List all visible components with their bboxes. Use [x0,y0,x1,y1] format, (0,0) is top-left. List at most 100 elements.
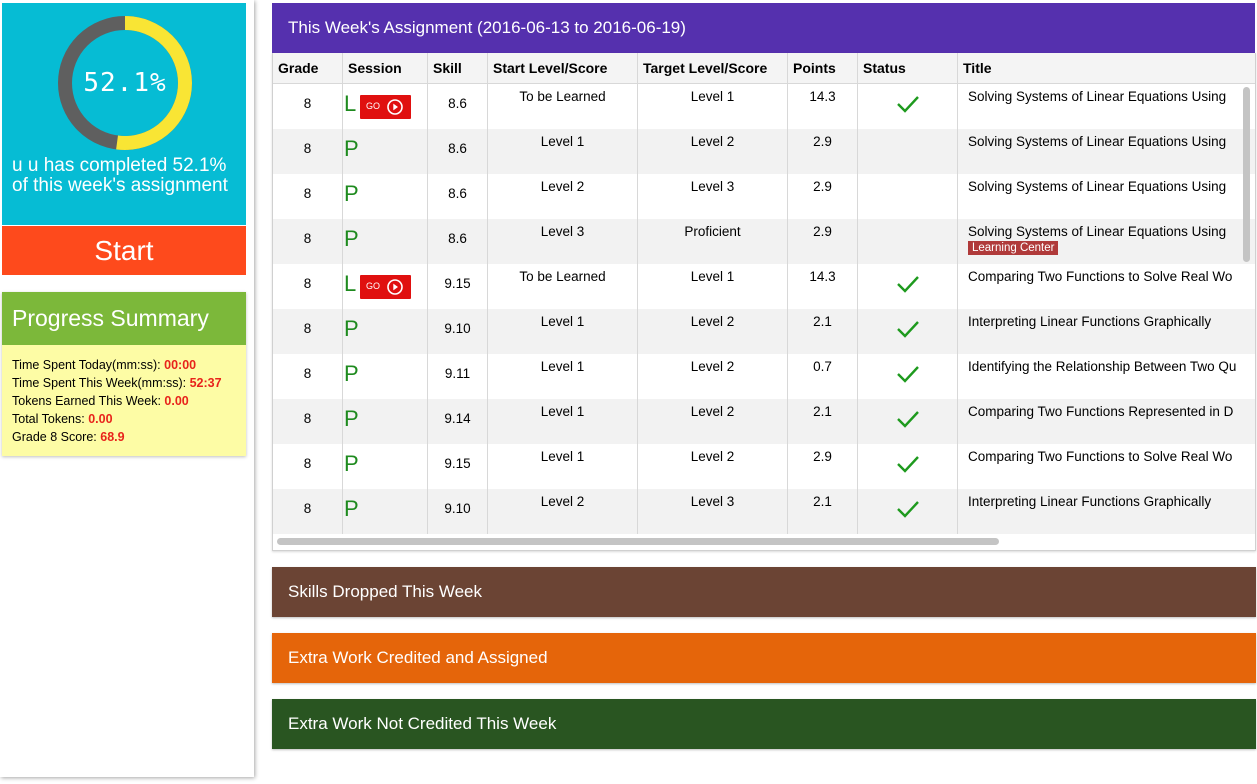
cell-start-level: Level 3 [488,219,638,264]
progress-card: 52.1% u u has completed 52.1% of this we… [2,3,246,225]
table-header: Grade Session Skill Start Level/Score Ta… [273,53,1255,84]
play-circle-icon [387,279,403,295]
cell-start-level: Level 1 [488,354,638,399]
cell-target-level: Level 1 [638,264,788,309]
cell-skill: 9.14 [428,399,488,444]
table-row[interactable]: 8 P 8.6 Level 2 Level 3 2.9 Solving Systems of… [273,174,1255,219]
table-row[interactable]: 8 P 8.6 Level 1 Level 2 2.9 Solving Systems of… [273,129,1255,174]
summary-line: Grade 8 Score: 68.9 [12,428,246,446]
cell-skill: 8.6 [428,219,488,264]
cell-grade: 8 [273,219,343,264]
check-icon [897,96,919,113]
summary-value: 0.00 [164,394,189,408]
summary-value: 68.9 [100,430,125,444]
table-row[interactable]: 8 P 9.15 Level 1 Level 2 2.9 Comparing Two Fun… [273,444,1255,489]
learning-center-badge[interactable]: Learning Center [968,241,1059,255]
cell-status [858,264,958,309]
skill-title[interactable]: Solving Systems of Linear Equations Usin… [968,89,1255,104]
skill-title[interactable]: Comparing Two Functions Represented in D [968,404,1255,419]
summary-label: Tokens Earned This Week: [12,394,165,408]
skill-title[interactable]: Identifying the Relationship Between Two… [968,359,1255,374]
cell-target-level: Level 3 [638,174,788,219]
skill-title[interactable]: Interpreting Linear Functions Graphicall… [968,494,1255,509]
table-row[interactable]: 8 P 9.10 Level 1 Level 2 2.1 Interpreting Line… [273,309,1255,354]
skills-dropped-section[interactable]: Skills Dropped This Week [272,567,1256,617]
session-type: P [344,316,359,341]
cell-session: P [343,399,428,444]
cell-title: Interpreting Linear Functions Graphicall… [958,309,1255,354]
session-type: L [344,91,357,116]
cell-title: Comparing Two Functions Represented in D [958,399,1255,444]
cell-grade: 8 [273,174,343,219]
skill-title[interactable]: Solving Systems of Linear Equations Usin… [968,179,1255,194]
cell-skill: 9.15 [428,264,488,309]
table-body: 8 L GO 8.6 To be Learned Level 1 14.3 Solving S… [273,84,1255,534]
left-sidebar: 52.1% u u has completed 52.1% of this we… [0,0,254,777]
column-header-start-level[interactable]: Start Level/Score [488,53,638,84]
table-row[interactable]: 8 L GO 9.15 To be Learned Level 1 14.3 Comparin… [273,264,1255,309]
skill-title[interactable]: Solving Systems of Linear Equations Usin… [968,134,1255,149]
cell-status [858,174,958,219]
skill-title[interactable]: Interpreting Linear Functions Graphicall… [968,314,1255,329]
summary-label: Time Spent Today(mm:ss): [12,358,165,372]
cell-start-level: To be Learned [488,84,638,129]
cell-grade: 8 [273,84,343,129]
cell-session: P [343,444,428,489]
column-header-title[interactable]: Title [958,53,1255,84]
cell-session: P [343,309,428,354]
summary-label: Grade 8 Score: [12,430,101,444]
horizontal-scrollbar[interactable] [277,538,999,545]
column-header-session[interactable]: Session [343,53,428,84]
go-button[interactable]: GO [360,95,411,119]
table-row[interactable]: 8 P 9.11 Level 1 Level 2 0.7 Identifying the R… [273,354,1255,399]
go-button[interactable]: GO [360,275,411,299]
go-label: GO [366,281,381,291]
column-header-grade[interactable]: Grade [273,53,343,84]
cell-target-level: Proficient [638,219,788,264]
session-type: P [344,406,359,431]
assignment-header: This Week's Assignment (2016-06-13 to 20… [272,3,1255,53]
summary-value: 52:37 [189,376,222,390]
cell-target-level: Level 2 [638,444,788,489]
session-type: P [344,136,359,161]
table-row[interactable]: 8 P 9.10 Level 2 Level 3 2.1 Interpreting Line… [273,489,1255,534]
cell-session: P [343,174,428,219]
extra-work-not-credited-section[interactable]: Extra Work Not Credited This Week [272,699,1256,749]
skill-title[interactable]: Comparing Two Functions to Solve Real Wo [968,269,1255,284]
start-button[interactable]: Start [2,226,246,275]
cell-status [858,84,958,129]
summary-line: Total Tokens: 0.00 [12,410,246,428]
skill-title[interactable]: Solving Systems of Linear Equations Usin… [968,224,1255,239]
session-type: P [344,181,359,206]
cell-points: 2.9 [788,444,858,489]
column-header-points[interactable]: Points [788,53,858,84]
cell-title: Comparing Two Functions to Solve Real Wo [958,264,1255,309]
column-header-skill[interactable]: Skill [428,53,488,84]
cell-points: 2.9 [788,129,858,174]
cell-session: P [343,354,428,399]
vertical-scrollbar[interactable] [1243,87,1250,262]
column-header-status[interactable]: Status [858,53,958,84]
skill-title[interactable]: Comparing Two Functions to Solve Real Wo [968,449,1255,464]
cell-start-level: Level 2 [488,489,638,534]
table-row[interactable]: 8 L GO 8.6 To be Learned Level 1 14.3 Solving S… [273,84,1255,129]
column-header-target-level[interactable]: Target Level/Score [638,53,788,84]
cell-title: Solving Systems of Linear Equations Usin… [958,129,1255,174]
cell-status [858,309,958,354]
cell-skill: 9.10 [428,309,488,354]
summary-line: Tokens Earned This Week: 0.00 [12,392,246,410]
extra-work-credited-section[interactable]: Extra Work Credited and Assigned [272,633,1256,683]
table-row[interactable]: 8 P 9.14 Level 1 Level 2 2.1 Comparing Two Fun… [273,399,1255,444]
table-row[interactable]: 8 P 8.6 Level 3 Proficient 2.9 Solving Systems… [273,219,1255,264]
cell-target-level: Level 2 [638,309,788,354]
cell-title: Interpreting Linear Functions Graphicall… [958,489,1255,534]
cell-title: Identifying the Relationship Between Two… [958,354,1255,399]
cell-points: 0.7 [788,354,858,399]
cell-title: Solving Systems of Linear Equations Usin… [958,219,1255,264]
cell-start-level: Level 1 [488,444,638,489]
cell-start-level: Level 2 [488,174,638,219]
cell-status [858,129,958,174]
session-type: P [344,226,359,251]
go-label: GO [366,101,381,111]
summary-value: 00:00 [164,358,197,372]
